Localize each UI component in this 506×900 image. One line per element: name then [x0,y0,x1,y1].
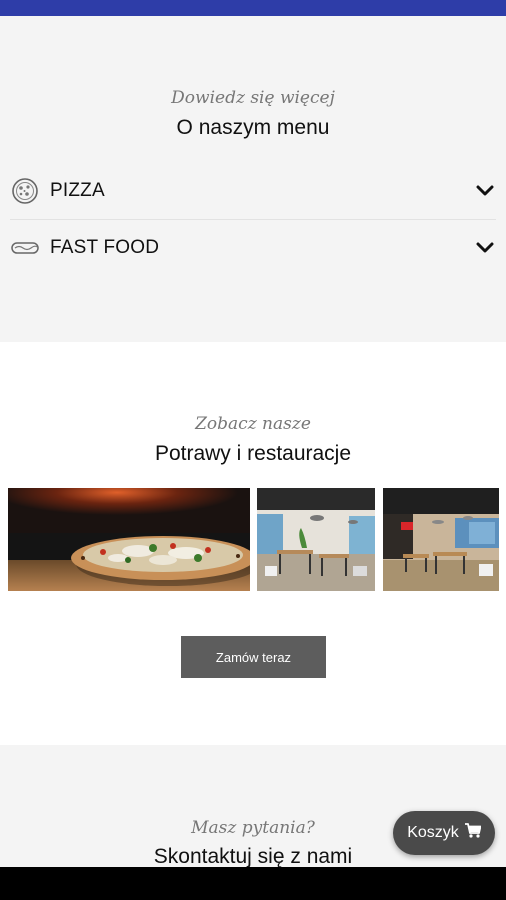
order-now-button[interactable]: Zamów teraz [181,636,326,678]
accordion-item-pizza[interactable]: PIZZA [10,163,496,219]
menu-title: O naszym menu [176,116,330,139]
accordion-item-fast-food[interactable]: FAST FOOD [10,220,496,276]
gallery-section: Zobacz nasze Potrawy i restauracje Zamów… [0,342,506,745]
chevron-down-icon[interactable] [474,237,496,259]
pizza-photo[interactable] [8,488,250,591]
cart-icon [464,823,482,843]
restaurant-dining-photo[interactable] [383,488,499,591]
menu-section: Dowiedz się więcej O naszym menu PIZZA F… [0,16,506,342]
hotdog-icon [10,233,40,263]
restaurant-interior-photo[interactable] [257,488,375,591]
gallery-title: Potrawy i restauracje [154,442,352,465]
cart-label: Koszyk [407,824,459,841]
pizza-icon [10,176,40,206]
menu-subtitle: Dowiedz się więcej [171,88,335,108]
accordion-label-fast-food: FAST FOOD [50,237,160,258]
system-nav-bar [0,867,506,900]
top-status-bar [0,0,506,16]
cart-button[interactable]: Koszyk [393,811,495,855]
gallery-subtitle: Zobacz nasze [195,414,311,434]
chevron-down-icon[interactable] [474,180,496,202]
accordion-label-pizza: PIZZA [50,180,105,201]
